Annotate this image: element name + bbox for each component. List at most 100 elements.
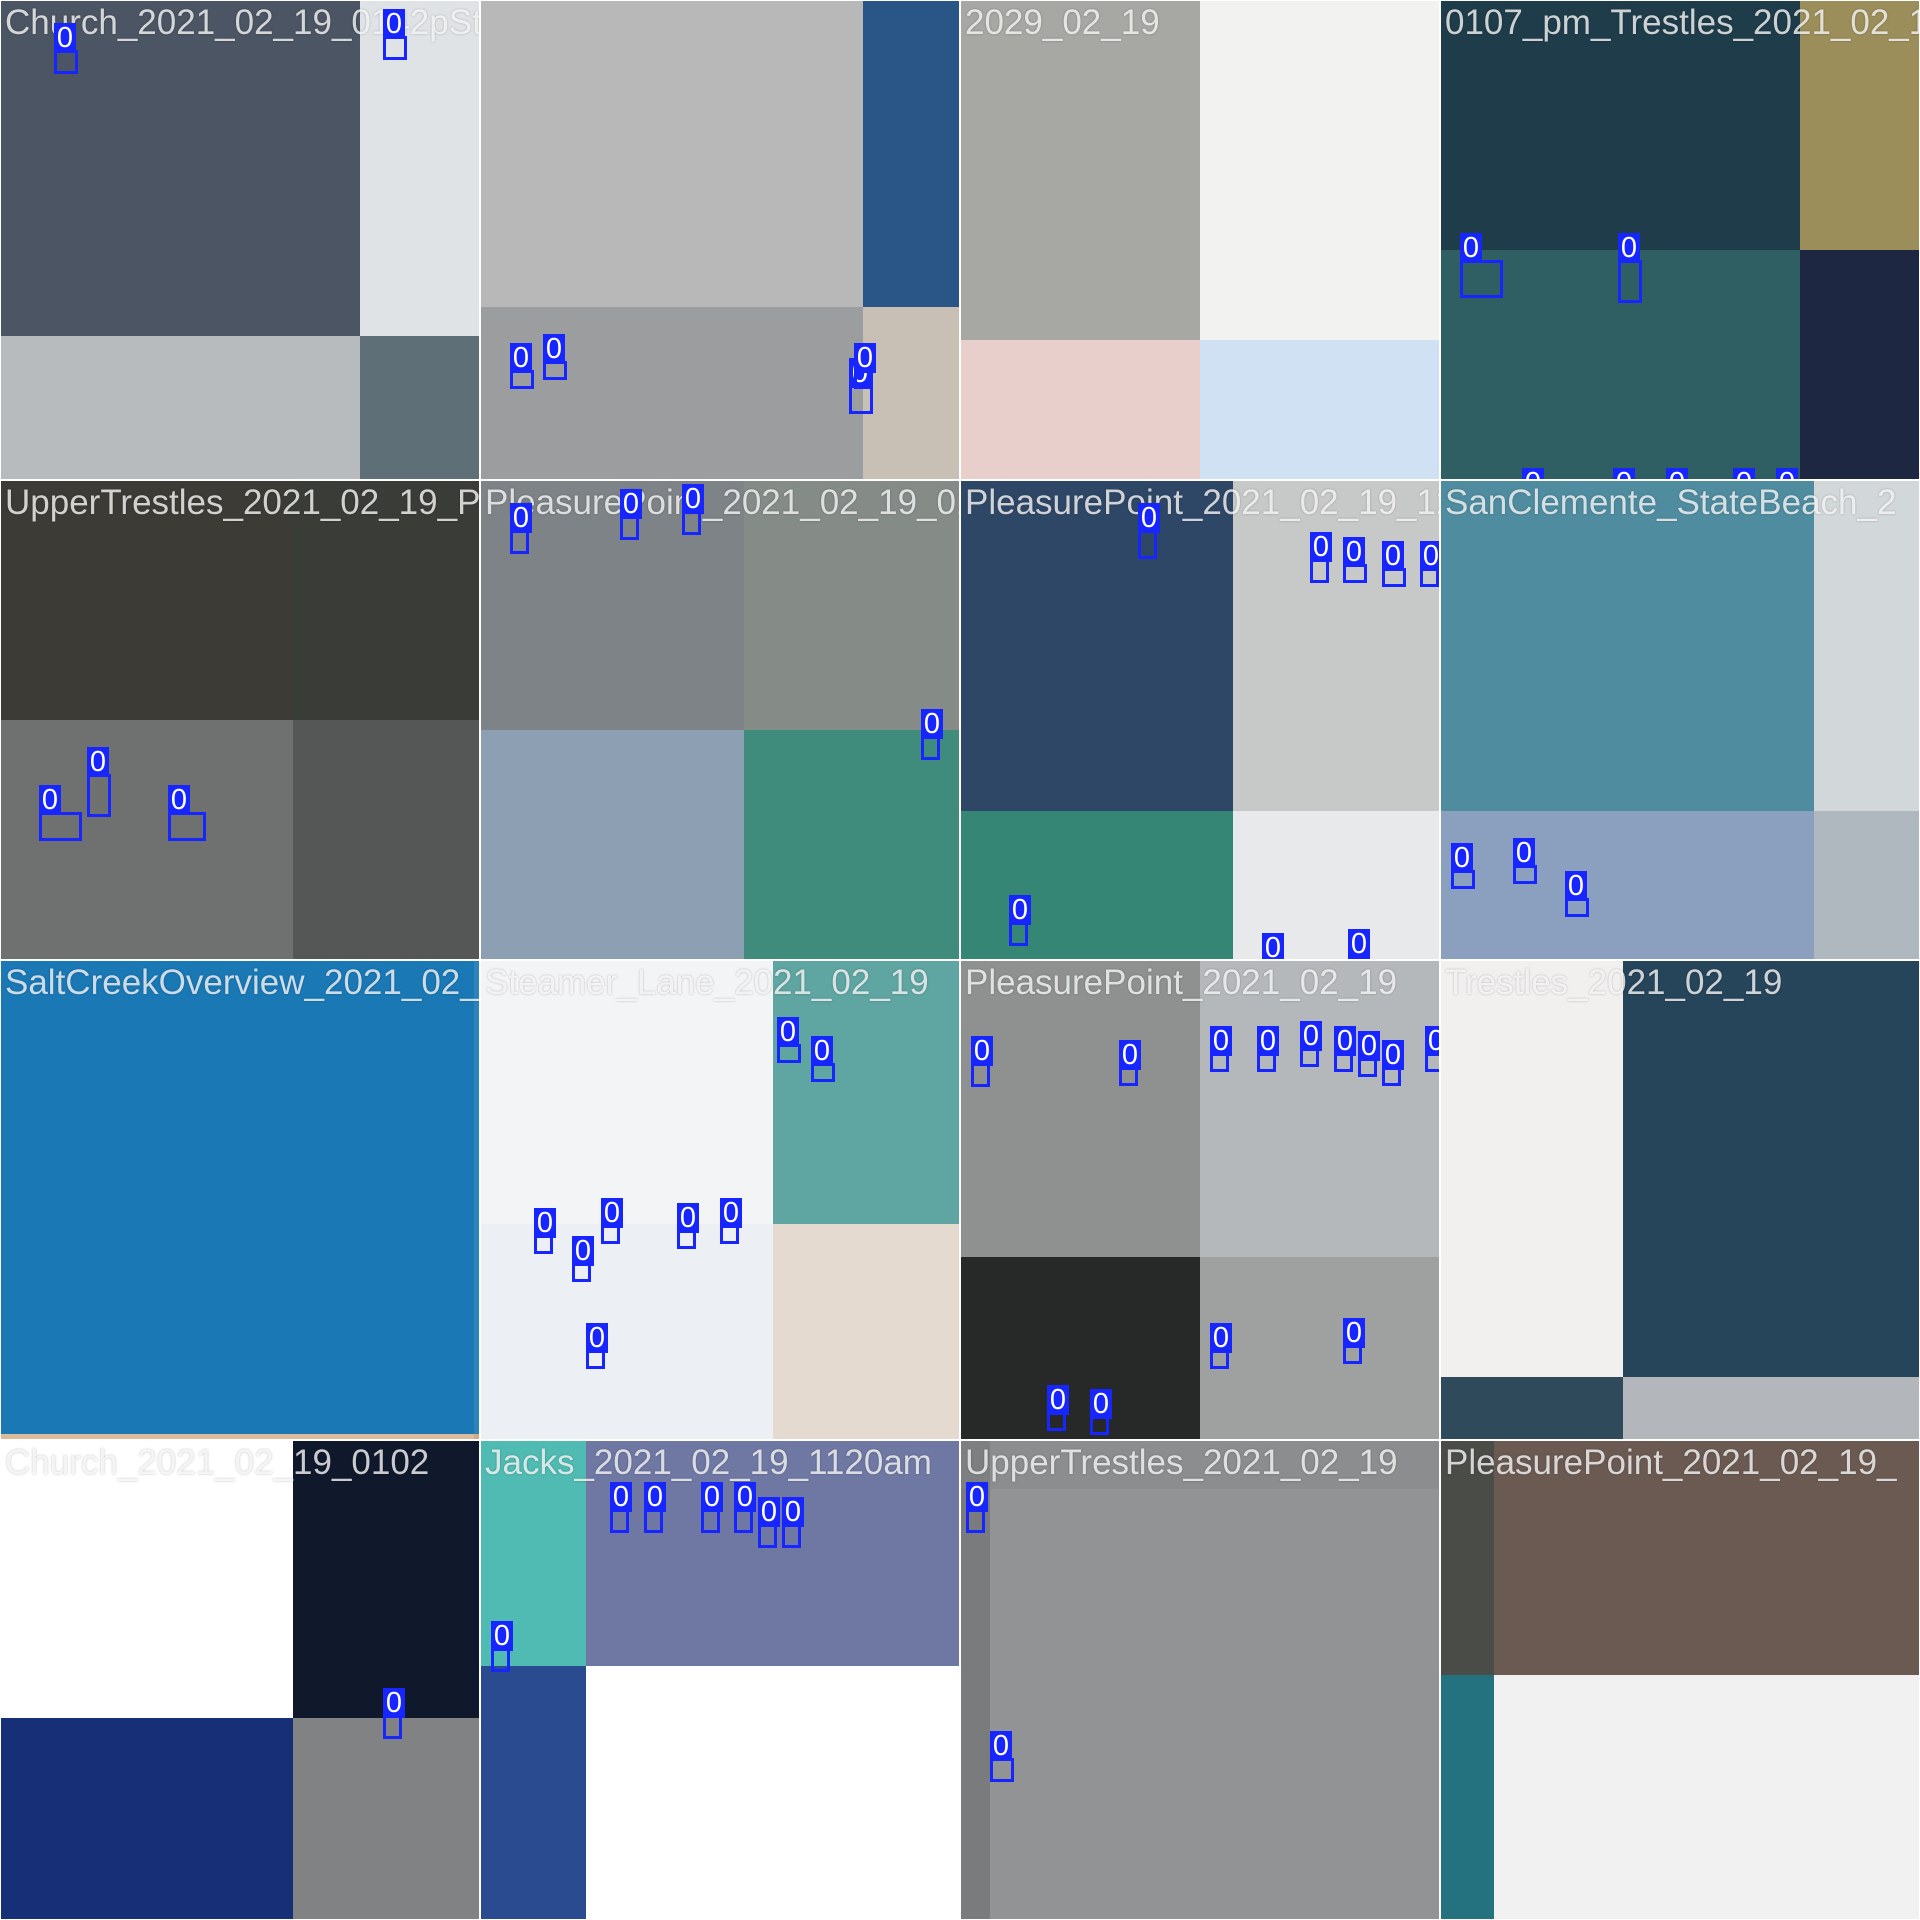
detection-class-label: 0 bbox=[168, 785, 190, 815]
detection-class-label: 0 bbox=[543, 334, 565, 364]
detection-class-label: 0 bbox=[491, 1621, 513, 1651]
mosaic-tile: Jacks_2021_02_19_1120am 0 0 0 0 0 0 0 bbox=[481, 1441, 959, 1919]
mosaic-tile: Trestles_2021_02_19 bbox=[1441, 961, 1919, 1439]
detection-class-label: 0 bbox=[1262, 933, 1284, 959]
detection-box: 0 bbox=[966, 1482, 988, 1533]
image-crop bbox=[1200, 1, 1439, 340]
detection-box: 0 bbox=[1420, 541, 1439, 587]
detection-class-label: 0 bbox=[966, 1482, 988, 1512]
detection-class-label: 0 bbox=[1119, 1040, 1141, 1070]
detection-box: 0 bbox=[1513, 838, 1537, 884]
image-crop bbox=[474, 961, 479, 1434]
detection-box: 0 bbox=[1210, 1323, 1232, 1369]
detection-box: 0 bbox=[610, 1482, 632, 1533]
detection-class-label: 0 bbox=[758, 1497, 780, 1527]
detection-box: 0 bbox=[971, 1036, 993, 1087]
detection-class-label: 0 bbox=[510, 343, 532, 373]
detection-class-label: 0 bbox=[87, 747, 109, 777]
image-crop bbox=[863, 307, 959, 479]
image-crop bbox=[1200, 961, 1439, 1257]
detection-box: 0 bbox=[1451, 843, 1475, 889]
detection-class-label: 0 bbox=[1257, 1026, 1279, 1056]
image-crop bbox=[961, 961, 1200, 1257]
detection-box: 0 bbox=[1343, 537, 1367, 583]
mosaic-grid: Church_2021_02_19_0142pStefamed_4neigd2j… bbox=[0, 0, 1920, 1920]
mosaic-tile: PleasurePoint_2021_02_19_12 0 0 0 0 0 0 0 0 bbox=[961, 481, 1439, 959]
detection-class-label: 0 bbox=[1138, 503, 1160, 533]
detection-class-label: 0 bbox=[777, 1017, 799, 1047]
image-crop bbox=[1, 961, 474, 1434]
image-crop bbox=[1814, 481, 1919, 811]
detection-class-label: 0 bbox=[701, 1482, 723, 1512]
image-crop bbox=[1, 1434, 474, 1439]
detection-class-label: 0 bbox=[1618, 233, 1640, 263]
image-crop bbox=[744, 481, 959, 730]
image-crop bbox=[961, 1, 1200, 340]
detection-class-label: 0 bbox=[1522, 468, 1544, 479]
mosaic-tile: 0107_pm_Trestles_2021_02_190000000 bbox=[1441, 1, 1919, 479]
image-crop bbox=[961, 1489, 990, 1919]
image-crop bbox=[481, 730, 744, 959]
detection-box: 0 bbox=[1138, 503, 1160, 559]
detection-box: 0 bbox=[1425, 1026, 1439, 1072]
detection-class-label: 0 bbox=[572, 1236, 594, 1266]
detection-class-label: 0 bbox=[682, 484, 704, 514]
image-crop bbox=[744, 730, 959, 959]
detection-box: 0 bbox=[734, 1482, 756, 1533]
mosaic-tile: UpperTrestles_2021_02_19 0 0 bbox=[961, 1441, 1439, 1919]
image-crop bbox=[1441, 481, 1814, 811]
detection-class-label: 0 bbox=[534, 1208, 556, 1238]
image-crop bbox=[1494, 1441, 1919, 1675]
mosaic-tile: PleasurePoint_2021_02_19 0 0 0 0 0 0 0 0 0 0 0 0 0 bbox=[961, 961, 1439, 1439]
detection-class-label: 0 bbox=[510, 503, 532, 533]
detection-box: 0 bbox=[720, 1198, 742, 1244]
image-crop bbox=[1800, 250, 1919, 479]
image-crop bbox=[360, 1, 479, 336]
detection-class-label: 0 bbox=[383, 1688, 405, 1718]
detection-box: 0 bbox=[510, 343, 534, 389]
detection-class-label: 0 bbox=[1382, 1040, 1404, 1070]
detection-box: 0 bbox=[1090, 1389, 1112, 1435]
image-crop bbox=[1441, 1, 1800, 250]
detection-class-label: 0 bbox=[1420, 541, 1439, 571]
detection-class-label: 0 bbox=[971, 1036, 993, 1066]
image-crop bbox=[586, 1441, 959, 1666]
detection-class-label: 0 bbox=[610, 1482, 632, 1512]
detection-class-label: 0 bbox=[586, 1323, 608, 1353]
detection-box: 0 bbox=[990, 1731, 1014, 1782]
mosaic-tile: Steamer_Lane_2021_02_19 0 0 0 0 0 0 0 0 bbox=[481, 961, 959, 1439]
detection-box: 0 bbox=[1334, 1026, 1356, 1072]
detection-box: 0 bbox=[1009, 895, 1031, 946]
image-crop bbox=[1800, 1, 1919, 250]
image-crop bbox=[1814, 811, 1919, 959]
detection-class-label: 0 bbox=[811, 1036, 833, 1066]
detection-box: 0 bbox=[854, 343, 876, 389]
image-crop bbox=[961, 340, 1200, 479]
image-crop bbox=[1, 1441, 293, 1718]
detection-box: 0 bbox=[510, 503, 532, 554]
detection-box: 0 bbox=[383, 1688, 405, 1739]
detection-box: 0 bbox=[586, 1323, 608, 1369]
detection-box: 0 bbox=[758, 1497, 780, 1548]
detection-class-label: 0 bbox=[54, 23, 76, 53]
detection-class-label: 0 bbox=[1300, 1021, 1322, 1051]
image-crop bbox=[990, 1489, 1439, 1919]
detection-box: 0 bbox=[1358, 1031, 1380, 1077]
detection-box: 0 bbox=[491, 1621, 513, 1672]
image-crop bbox=[1200, 340, 1439, 479]
detection-box: 0 bbox=[1382, 1040, 1404, 1086]
image-crop bbox=[961, 811, 1233, 959]
image-crop bbox=[481, 1224, 773, 1439]
detection-class-label: 0 bbox=[1613, 468, 1635, 479]
detection-box: 0 bbox=[644, 1482, 666, 1533]
image-crop bbox=[293, 481, 479, 720]
image-crop bbox=[773, 961, 959, 1224]
image-crop bbox=[1233, 481, 1439, 811]
detection-class-label: 0 bbox=[734, 1482, 756, 1512]
image-crop bbox=[293, 1441, 479, 1718]
detection-box: 0 bbox=[383, 9, 407, 60]
detection-class-label: 0 bbox=[1513, 838, 1535, 868]
image-crop bbox=[1623, 961, 1919, 1377]
detection-class-label: 0 bbox=[1009, 895, 1031, 925]
detection-class-label: 0 bbox=[601, 1198, 623, 1228]
